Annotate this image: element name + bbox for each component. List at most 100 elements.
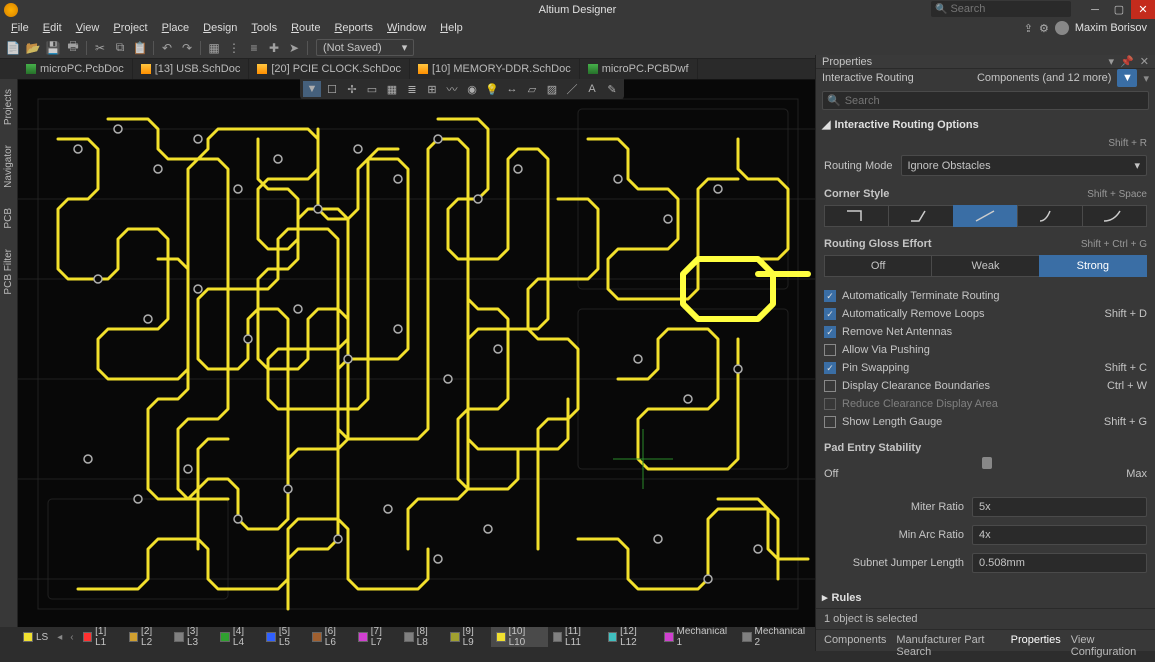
gloss-option-strong[interactable]: Strong	[1039, 255, 1147, 277]
checkbox[interactable]	[824, 416, 836, 428]
corner-option-4[interactable]	[1082, 205, 1147, 227]
place-icon[interactable]: ⊞	[423, 81, 441, 97]
cross-icon[interactable]: ✚	[265, 39, 283, 57]
print-icon[interactable]: 🖶	[64, 39, 82, 57]
layer-tab[interactable]: [12] L12	[603, 627, 659, 647]
via-icon[interactable]: ◉	[463, 81, 481, 97]
doc-tab[interactable]: [10] MEMORY-DDR.SchDoc	[410, 59, 580, 79]
filter-icon[interactable]: ▼	[303, 81, 321, 97]
arrow-icon[interactable]: ➤	[285, 39, 303, 57]
align2-icon[interactable]: ≣	[403, 81, 421, 97]
menu-design[interactable]: Design	[196, 22, 244, 34]
save-state[interactable]: (Not Saved)▾	[316, 39, 414, 56]
menu-window[interactable]: Window	[380, 22, 433, 34]
checkbox[interactable]	[824, 344, 836, 356]
chevron-down-icon[interactable]: ▾	[1143, 72, 1149, 85]
dot-icon[interactable]: ⋮	[225, 39, 243, 57]
cut-icon[interactable]: ✂	[91, 39, 109, 57]
routing-mode-select[interactable]: Ignore Obstacles▾	[901, 155, 1148, 176]
corner-option-1[interactable]	[888, 205, 953, 227]
copy-icon[interactable]: ⧉	[111, 39, 129, 57]
route-icon[interactable]: 〰	[443, 81, 461, 97]
checkbox[interactable]	[824, 398, 836, 410]
bottom-tab-properties[interactable]: Properties	[1011, 634, 1061, 658]
left-tab-navigator[interactable]: Navigator	[3, 141, 14, 192]
global-search-input[interactable]	[950, 3, 1067, 15]
menu-reports[interactable]: Reports	[327, 22, 380, 34]
layer-set[interactable]: LS	[18, 627, 53, 647]
checkbox[interactable]: ✓	[824, 308, 836, 320]
fill-icon[interactable]: ▨	[543, 81, 561, 97]
line-icon[interactable]: ／	[563, 81, 581, 97]
undo-icon[interactable]: ↶	[158, 39, 176, 57]
bottom-tab-manufacturer-part-search[interactable]: Manufacturer Part Search	[896, 634, 1000, 658]
select-icon[interactable]: ☐	[323, 81, 341, 97]
menu-project[interactable]: Project	[106, 22, 154, 34]
gear-icon[interactable]: ⚙	[1039, 22, 1049, 35]
layer-tab[interactable]: Mechanical 2	[737, 627, 815, 647]
layer-tab[interactable]: [11] L11	[548, 627, 603, 647]
move-icon[interactable]: ✢	[343, 81, 361, 97]
redo-icon[interactable]: ↷	[178, 39, 196, 57]
dim-icon[interactable]: ↔	[503, 81, 521, 97]
subnet-input[interactable]: 0.508mm	[972, 553, 1147, 573]
rect-icon[interactable]: ▭	[363, 81, 381, 97]
section-rules[interactable]: ▸ Rules	[816, 587, 1155, 608]
panel-dropdown-icon[interactable]: ▾	[1109, 55, 1115, 68]
comp-icon[interactable]: ▦	[383, 81, 401, 97]
minarc-input[interactable]: 4x	[972, 525, 1147, 545]
layer-tab[interactable]: [10] L10	[491, 627, 547, 647]
layer-tab[interactable]: [4] L4	[215, 627, 261, 647]
menu-place[interactable]: Place	[155, 22, 197, 34]
pen-icon[interactable]: ✎	[603, 81, 621, 97]
grid-icon[interactable]: ▦	[205, 39, 223, 57]
maximize-button[interactable]: ▢	[1107, 0, 1131, 19]
text-icon[interactable]: A	[583, 81, 601, 97]
close-button[interactable]: ✕	[1131, 0, 1155, 19]
gloss-option-weak[interactable]: Weak	[931, 255, 1039, 277]
layer-tab[interactable]: [9] L9	[445, 627, 491, 647]
layer-tab[interactable]: [6] L6	[307, 627, 353, 647]
menu-route[interactable]: Route	[284, 22, 327, 34]
bottom-tab-components[interactable]: Components	[824, 634, 886, 658]
layer-tab[interactable]: [3] L3	[169, 627, 215, 647]
align-icon[interactable]: ≡	[245, 39, 263, 57]
global-search[interactable]: 🔍	[931, 1, 1071, 17]
miter-input[interactable]: 5x	[972, 497, 1147, 517]
layer-tab[interactable]: Mechanical 1	[659, 627, 737, 647]
menu-view[interactable]: View	[69, 22, 107, 34]
layer-nav-first[interactable]: ◂	[53, 632, 66, 643]
left-tab-pcb-filter[interactable]: PCB Filter	[3, 245, 14, 299]
properties-search[interactable]: 🔍	[822, 91, 1149, 110]
paste-icon[interactable]: 📋	[131, 39, 149, 57]
menu-help[interactable]: Help	[433, 22, 470, 34]
open-icon[interactable]: 📂	[24, 39, 42, 57]
scope-label[interactable]: Components (and 12 more)	[977, 72, 1112, 84]
layer-tab[interactable]: [2] L2	[124, 627, 170, 647]
corner-option-2[interactable]	[953, 205, 1018, 227]
doc-tab[interactable]: [20] PCIE CLOCK.SchDoc	[249, 59, 410, 79]
menu-edit[interactable]: Edit	[36, 22, 69, 34]
bulb-icon[interactable]: 💡	[483, 81, 501, 97]
poly-icon[interactable]: ▱	[523, 81, 541, 97]
layer-tab[interactable]: [1] L1	[78, 627, 124, 647]
save-icon[interactable]: 💾	[44, 39, 62, 57]
section-routing-options[interactable]: ◢ Interactive Routing Options	[816, 114, 1155, 135]
left-tab-projects[interactable]: Projects	[3, 85, 14, 129]
menu-tools[interactable]: Tools	[244, 22, 284, 34]
bottom-tab-view-configuration[interactable]: View Configuration	[1071, 634, 1147, 658]
left-tab-pcb[interactable]: PCB	[3, 204, 14, 233]
layer-tab[interactable]: [5] L5	[261, 627, 307, 647]
layer-tab[interactable]: [7] L7	[353, 627, 399, 647]
doc-tab[interactable]: microPC.PCBDwf	[580, 59, 698, 79]
doc-tab[interactable]: [13] USB.SchDoc	[133, 59, 250, 79]
checkbox[interactable]: ✓	[824, 362, 836, 374]
checkbox[interactable]: ✓	[824, 290, 836, 302]
layer-nav-prev[interactable]: ‹	[66, 632, 77, 643]
panel-pin-icon[interactable]: 📌	[1120, 55, 1134, 68]
filter-button[interactable]: ▼	[1117, 69, 1137, 87]
corner-option-3[interactable]	[1017, 205, 1082, 227]
minimize-button[interactable]: ─	[1083, 0, 1107, 19]
layer-tab[interactable]: [8] L8	[399, 627, 445, 647]
pcb-canvas[interactable]: ▼ ☐ ✢ ▭ ▦ ≣ ⊞ 〰 ◉ 💡 ↔ ▱ ▨ ／ A ✎	[18, 79, 815, 627]
